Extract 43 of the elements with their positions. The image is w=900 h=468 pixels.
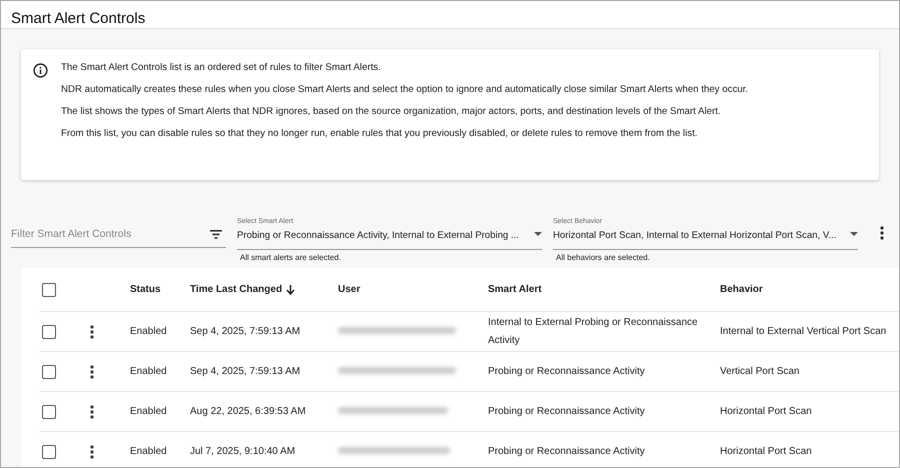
info-paragraph: NDR automatically creates these rules when you close Smart Alerts and select the option to ignore and automatically close similar Smart Alerts when they occur. bbox=[61, 84, 748, 96]
table-cell: Internal to External Probing or Reconnaissance Activity bbox=[488, 316, 698, 346]
filter-field[interactable]: Filter Smart Alert Controls bbox=[11, 221, 226, 248]
caret-icon bbox=[534, 232, 542, 236]
table-cell: Horizontal Port Scan bbox=[720, 446, 812, 457]
info-icon bbox=[33, 63, 48, 78]
table-cell: Enabled bbox=[130, 366, 167, 377]
row-checkbox[interactable] bbox=[42, 324, 56, 338]
table-cell: Aug 22, 2025, 6:39:53 AM bbox=[190, 406, 306, 417]
page-title: Smart Alert Controls bbox=[11, 10, 146, 27]
table-cell: Sep 4, 2025, 7:59:13 AM bbox=[190, 366, 300, 377]
table-cell: Probing or Reconnaissance Activity bbox=[488, 366, 645, 376]
column-header[interactable]: Behavior bbox=[720, 284, 763, 295]
table-cell: Horizontal Port Scan bbox=[720, 406, 812, 417]
table-cell: Probing or Reconnaissance Activity bbox=[488, 446, 645, 456]
caret-icon bbox=[850, 232, 858, 236]
column-header[interactable]: Status bbox=[130, 284, 161, 295]
table-cell: Enabled bbox=[130, 406, 167, 417]
table-cell: Sep 4, 2025, 7:59:13 AM bbox=[190, 326, 300, 337]
column-header[interactable]: Smart Alert bbox=[488, 280, 542, 298]
table-cell: Probing or Reconnaissance Activity bbox=[488, 406, 645, 416]
table-cell: Enabled bbox=[130, 446, 167, 457]
select-all-checkbox[interactable] bbox=[42, 282, 56, 296]
more-options-icon[interactable] bbox=[90, 444, 94, 458]
info-paragraph: The Smart Alert Controls list is an ordered set of rules to filter Smart Alerts. bbox=[61, 62, 382, 74]
table-cell: Jul 7, 2025, 9:10:40 AM bbox=[190, 446, 296, 457]
table-cell: Enabled bbox=[130, 326, 167, 337]
column-header[interactable]: Time Last Changed bbox=[190, 284, 296, 295]
more-options-icon[interactable] bbox=[90, 404, 94, 418]
column-header[interactable]: User bbox=[338, 284, 360, 295]
row-checkbox[interactable] bbox=[42, 444, 56, 458]
more-options-icon[interactable] bbox=[90, 324, 94, 338]
more-options-icon[interactable] bbox=[880, 226, 884, 240]
select-hint: All behaviors are selected. bbox=[555, 253, 651, 262]
select-hint: All smart alerts are selected. bbox=[239, 253, 342, 262]
table-cell: Internal to External Vertical Port Scan bbox=[720, 326, 886, 337]
row-checkbox[interactable] bbox=[42, 404, 56, 418]
info-paragraph: From this list, you can disable rules so that they no longer run, enable rules that you previously disabled, or delete rules to remove them from the list. bbox=[61, 128, 698, 140]
row-checkbox[interactable] bbox=[42, 364, 56, 378]
info-paragraph: The list shows the types of Smart Alerts that NDR ignores, based on the source organization, major actors, ports, and destination levels of the Smart Alert. bbox=[61, 106, 722, 118]
table-cell: Vertical Port Scan bbox=[720, 366, 800, 377]
filter-icon bbox=[210, 230, 222, 239]
more-options-icon[interactable] bbox=[90, 364, 94, 378]
